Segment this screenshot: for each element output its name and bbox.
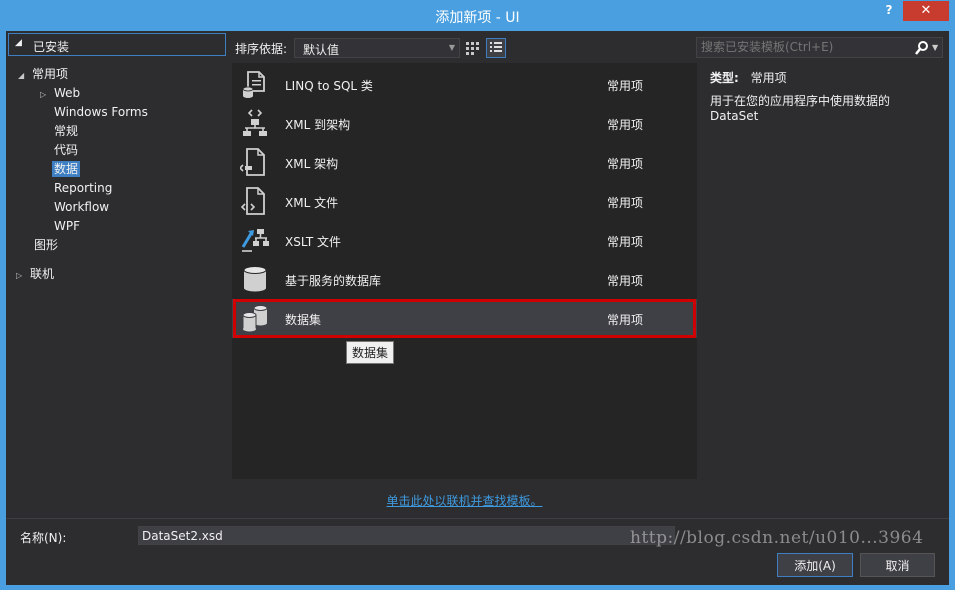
list-view-button[interactable] bbox=[486, 38, 506, 58]
tree-item-reporting[interactable]: Reporting bbox=[54, 179, 112, 197]
details-panel: 类型: 常用项 用于在您的应用程序中使用数据的 DataSet bbox=[710, 71, 940, 124]
search-box[interactable]: ▼ bbox=[696, 37, 943, 58]
tree-item-graphics[interactable]: 图形 bbox=[34, 236, 58, 254]
xml-file-icon bbox=[240, 187, 265, 215]
xml-schema-file-icon bbox=[240, 148, 265, 176]
online-search-link[interactable]: 单击此处以联机并查找模板。 bbox=[232, 492, 697, 509]
template-name: 基于服务的数据库 bbox=[285, 274, 382, 288]
sort-value: 默认值 bbox=[303, 43, 340, 57]
tree-item-common[interactable]: ◢ 常用项 bbox=[18, 65, 68, 83]
grid-view-icon bbox=[466, 42, 479, 55]
cancel-button[interactable]: 取消 bbox=[860, 553, 935, 577]
dropdown-caret-icon: ▼ bbox=[448, 43, 455, 52]
dialog-client: ◢ 已安装 ◢ 常用项 ▷ Web Windows Forms 常规 代码 数据 R… bbox=[6, 31, 949, 585]
template-item[interactable]: LINQ to SQL 类 常用项 bbox=[232, 65, 697, 104]
sort-label: 排序依据: bbox=[235, 42, 288, 56]
add-button[interactable]: 添加(A) bbox=[777, 553, 853, 577]
expand-arrow-icon[interactable]: ◢ bbox=[18, 67, 32, 85]
template-item[interactable]: XML 到架构 常用项 bbox=[232, 104, 697, 143]
database-icon bbox=[243, 266, 267, 292]
template-name: XML 到架构 bbox=[285, 118, 351, 132]
xslt-file-icon bbox=[241, 229, 269, 252]
search-input[interactable] bbox=[701, 39, 905, 55]
xml-to-schema-icon bbox=[243, 109, 267, 136]
template-name: XML 架构 bbox=[285, 157, 339, 171]
tree-item-code[interactable]: 代码 bbox=[54, 141, 78, 159]
tree-item-web[interactable]: ▷ Web bbox=[40, 84, 80, 102]
tree-item-windows-forms[interactable]: Windows Forms bbox=[54, 103, 148, 121]
template-category: 常用项 bbox=[607, 196, 644, 210]
expand-arrow-icon[interactable]: ▷ bbox=[16, 267, 30, 285]
tree-item-data[interactable]: 数据 bbox=[52, 160, 81, 178]
template-list: LINQ to SQL 类 常用项 XML 到架构 常用项 XML 架构 常用项… bbox=[232, 63, 697, 479]
template-item[interactable]: XSLT 文件 常用项 bbox=[232, 221, 697, 260]
type-value: 常用项 bbox=[750, 71, 787, 85]
close-button[interactable]: ✕ bbox=[903, 1, 949, 21]
sort-dropdown[interactable]: 默认值 ▼ bbox=[294, 38, 460, 58]
template-category: 常用项 bbox=[607, 274, 644, 288]
template-category: 常用项 bbox=[607, 313, 644, 327]
template-name: XSLT 文件 bbox=[285, 235, 342, 249]
template-category: 常用项 bbox=[607, 79, 644, 93]
item-tooltip: 数据集 bbox=[346, 341, 395, 364]
search-icon[interactable] bbox=[914, 40, 930, 56]
name-label: 名称(N): bbox=[20, 531, 67, 545]
template-item[interactable]: XML 架构 常用项 bbox=[232, 143, 697, 182]
template-item[interactable]: XML 文件 常用项 bbox=[232, 182, 697, 221]
tree-item-general[interactable]: 常规 bbox=[54, 122, 78, 140]
window-title: 添加新项 - UI bbox=[435, 10, 520, 26]
tree-header-label: 已安装 bbox=[33, 40, 70, 54]
template-item[interactable]: 基于服务的数据库 常用项 bbox=[232, 260, 697, 299]
watermark-text: http://blog.csdn.net/u010...3964 bbox=[630, 528, 924, 548]
template-item-selected[interactable]: 数据集 常用项 bbox=[232, 299, 697, 338]
tree-item-online[interactable]: ▷ 联机 bbox=[16, 265, 54, 283]
file-name-input[interactable] bbox=[138, 526, 675, 545]
type-row: 类型: 常用项 bbox=[710, 71, 940, 86]
help-button[interactable]: ? bbox=[880, 3, 898, 19]
type-label: 类型: bbox=[710, 71, 739, 85]
template-name: 数据集 bbox=[285, 313, 322, 327]
template-category: 常用项 bbox=[607, 118, 644, 132]
small-icons-view-button[interactable] bbox=[462, 38, 482, 58]
template-name: LINQ to SQL 类 bbox=[285, 79, 373, 93]
tree-item-wpf[interactable]: WPF bbox=[54, 217, 80, 235]
dataset-icon bbox=[242, 305, 268, 332]
linq-to-sql-icon bbox=[242, 71, 265, 98]
expand-arrow-icon[interactable]: ▷ bbox=[40, 86, 54, 104]
template-category: 常用项 bbox=[607, 235, 644, 249]
search-options-caret-icon[interactable]: ▼ bbox=[932, 43, 938, 52]
title-bar: 添加新项 - UI ? ✕ bbox=[0, 0, 955, 31]
tree-item-workflow[interactable]: Workflow bbox=[54, 198, 109, 216]
list-view-icon bbox=[490, 42, 502, 52]
tree-header-installed[interactable]: ◢ 已安装 bbox=[8, 33, 226, 56]
template-category: 常用项 bbox=[607, 157, 644, 171]
description: 用于在您的应用程序中使用数据的 DataSet bbox=[710, 94, 891, 123]
collapse-arrow-icon: ◢ bbox=[15, 38, 22, 48]
template-name: XML 文件 bbox=[285, 196, 339, 210]
